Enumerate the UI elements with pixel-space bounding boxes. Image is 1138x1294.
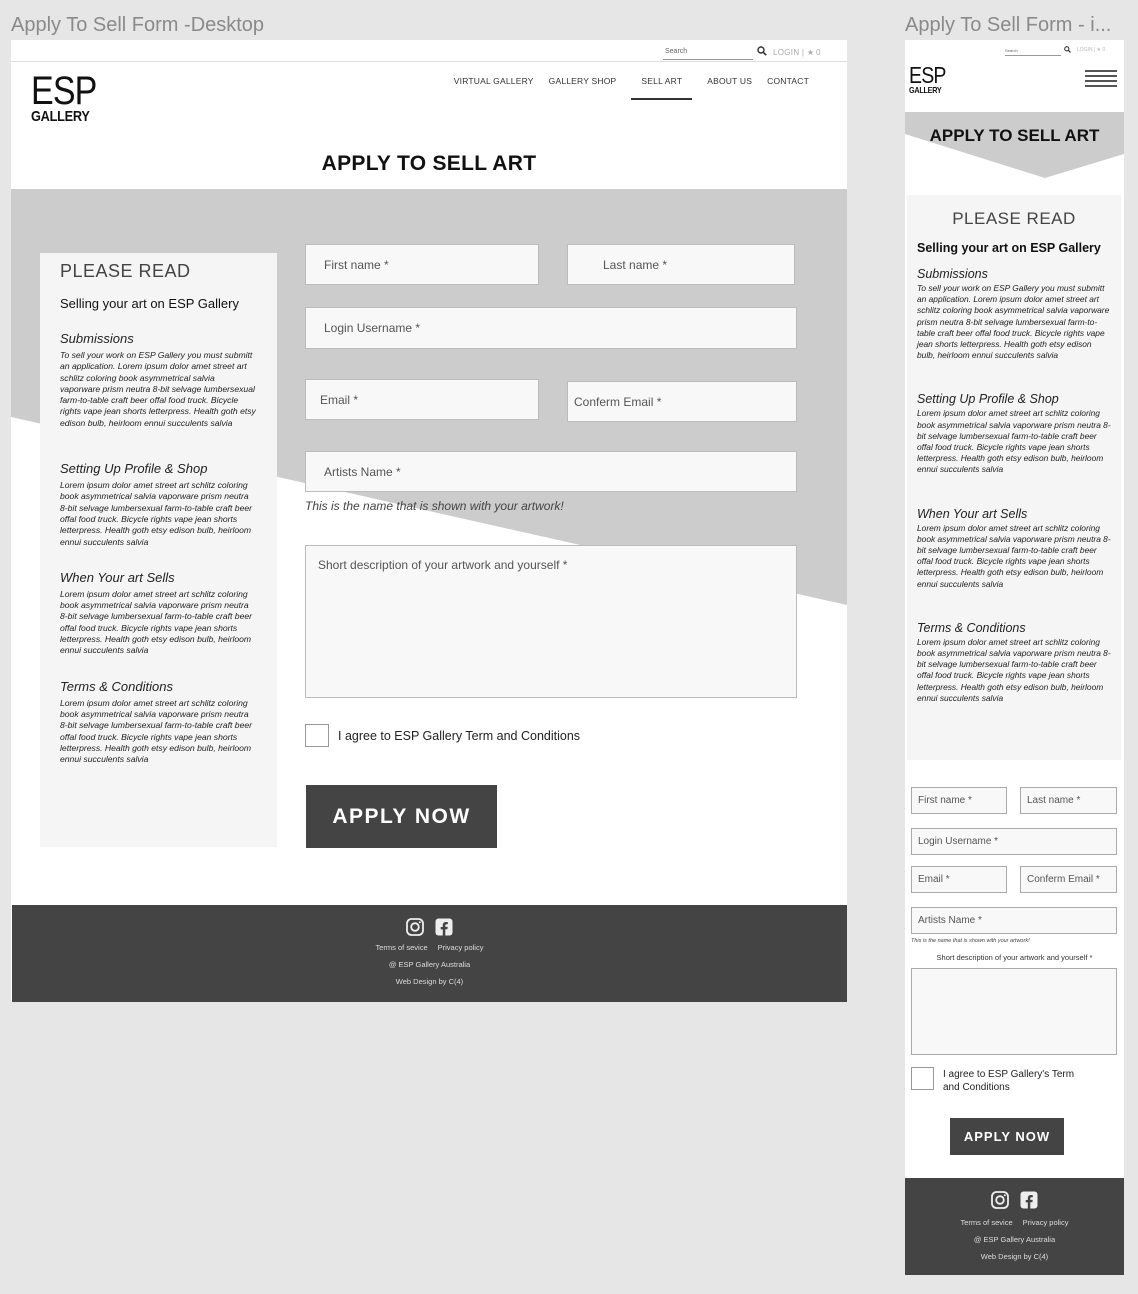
section-title: When Your art Sells: [60, 569, 175, 585]
mobile-first-name-field[interactable]: First name *: [911, 787, 1007, 814]
copyright: @ ESP Gallery Australia: [388, 960, 471, 969]
section-title: When Your art Sells: [917, 506, 1028, 521]
terms-checkbox[interactable]: [305, 724, 329, 747]
logo[interactable]: ESP GALLERY: [31, 69, 97, 125]
credit: Web Design by C(4): [980, 1252, 1049, 1261]
terms-of-service-link[interactable]: Terms of sevice: [961, 1218, 1013, 1227]
logo-sub: GALLERY: [909, 85, 942, 95]
form-section: PLEASE READ Selling your art on ESP Gall…: [11, 189, 847, 905]
facebook-icon[interactable]: [434, 917, 454, 937]
section-body: Lorem ipsum dolor amet street art schlit…: [60, 588, 253, 656]
last-name-field[interactable]: Last name *: [567, 244, 795, 285]
page-title: APPLY TO SELL ART: [321, 152, 537, 175]
info-subheading: Selling your art on ESP Gallery: [60, 296, 239, 311]
nav-sell-art[interactable]: SELL ART: [631, 76, 693, 100]
mobile-artist-hint: This is the name that is shown with your…: [911, 938, 1030, 944]
artist-name-field[interactable]: Artists Name *: [305, 451, 797, 492]
cart-count[interactable]: 0: [816, 48, 820, 57]
username-field[interactable]: Login Username *: [305, 307, 797, 349]
email-field[interactable]: Email *: [305, 379, 539, 420]
mobile-search-input[interactable]: Search: [1005, 48, 1061, 56]
mobile-page-title: APPLY TO SELL ART: [929, 126, 1100, 145]
mobile-terms-checkbox[interactable]: [911, 1067, 934, 1090]
login-link[interactable]: LOGIN | ★: [773, 48, 814, 57]
instagram-icon[interactable]: [990, 1190, 1010, 1210]
facebook-icon[interactable]: [1019, 1190, 1039, 1210]
description-textarea[interactable]: Short description of your artwork and yo…: [305, 545, 797, 698]
artboard-title-mobile: Apply To Sell Form - i...: [905, 14, 1112, 36]
section-title: Setting Up Profile & Shop: [917, 392, 1059, 407]
section-title: Submissions: [60, 331, 134, 346]
confirm-email-field[interactable]: Conferm Email *: [567, 381, 797, 422]
mobile-confirm-email-field[interactable]: Conferm Email *: [1020, 866, 1117, 893]
section-title: Setting Up Profile & Shop: [60, 461, 208, 477]
section-body: Lorem ipsum dolor amet street art schlit…: [60, 697, 253, 765]
privacy-policy-link[interactable]: Privacy policy: [438, 943, 484, 952]
section-body: To sell your work on ESP Gallery you mus…: [917, 283, 1110, 361]
hamburger-menu-icon[interactable]: [1085, 70, 1117, 88]
main-nav: VIRTUAL GALLERY GALLERY SHOP SELL ART AB…: [454, 76, 809, 100]
section-body: Lorem ipsum dolor amet street art schlit…: [917, 522, 1111, 589]
info-heading: PLEASE READ: [952, 209, 1076, 228]
section-title: Submissions: [917, 267, 988, 281]
first-name-field[interactable]: First name *: [305, 244, 539, 285]
terms-label: I agree to ESP Gallery Term and Conditio…: [338, 729, 581, 743]
mobile-description-textarea[interactable]: [911, 968, 1117, 1055]
privacy-policy-link[interactable]: Privacy policy: [1023, 1218, 1069, 1227]
logo-sub: GALLERY: [31, 108, 90, 125]
mobile-please-read-panel: PLEASE READ Selling your art on ESP Gall…: [907, 195, 1121, 760]
search-icon[interactable]: [757, 46, 767, 56]
info-subheading: Selling your art on ESP Gallery: [917, 241, 1101, 255]
mobile-last-name-field[interactable]: Last name *: [1020, 787, 1117, 814]
section-body: To sell your work on ESP Gallery you mus…: [60, 350, 256, 428]
mobile-artboard: Search LOGIN | ★ 0 ESP GALLERY APPLY TO …: [905, 40, 1124, 1275]
mobile-username-field[interactable]: Login Username *: [911, 828, 1117, 855]
copyright: @ ESP Gallery Australia: [973, 1235, 1056, 1244]
logo-main: ESP: [31, 69, 97, 113]
mobile-footer: Terms of sevice Privacy policy @ ESP Gal…: [905, 1178, 1124, 1275]
mobile-apply-now-button[interactable]: APPLY NOW: [950, 1118, 1064, 1155]
section-title: Terms & Conditions: [60, 678, 173, 694]
nav-virtual-gallery[interactable]: VIRTUAL GALLERY: [454, 76, 534, 100]
nav-gallery-shop[interactable]: GALLERY SHOP: [549, 76, 617, 100]
mobile-login-link[interactable]: LOGIN | ★ 0: [1077, 47, 1105, 53]
mobile-description-label: Short description of your artwork and yo…: [936, 953, 1093, 962]
section-body: Lorem ipsum dolor amet street art schlit…: [917, 408, 1111, 475]
desktop-artboard: Search LOGIN | ★ 0 ESP GALLERY VIRTUAL G…: [11, 40, 847, 1002]
section-body: Lorem ipsum dolor amet street art schlit…: [60, 480, 253, 547]
nav-contact[interactable]: CONTACT: [767, 76, 809, 100]
artboard-title-desktop: Apply To Sell Form -Desktop: [11, 14, 265, 36]
terms-of-service-link[interactable]: Terms of sevice: [376, 943, 428, 952]
info-heading: PLEASE READ: [60, 261, 191, 281]
logo-main: ESP: [909, 62, 946, 88]
search-input[interactable]: Search: [663, 46, 753, 60]
nav-about-us[interactable]: ABOUT US: [707, 76, 752, 100]
section-title: Terms & Conditions: [917, 620, 1026, 635]
mobile-email-field[interactable]: Email *: [911, 866, 1007, 893]
top-bar: Search LOGIN | ★ 0: [11, 40, 847, 62]
credit: Web Design by C(4): [395, 977, 464, 986]
please-read-panel: PLEASE READ Selling your art on ESP Gall…: [40, 253, 277, 847]
apply-now-button[interactable]: APPLY NOW: [306, 785, 497, 848]
mobile-terms-label: I agree to ESP Gallery's Term and Condit…: [943, 1069, 1075, 1093]
search-icon[interactable]: [1064, 46, 1071, 53]
section-body: Lorem ipsum dolor amet street art schlit…: [917, 636, 1111, 703]
artist-name-hint: This is the name that is shown with your…: [305, 499, 564, 513]
instagram-icon[interactable]: [405, 917, 425, 937]
mobile-artist-name-field[interactable]: Artists Name *: [911, 907, 1117, 934]
footer: Terms of sevice Privacy policy @ ESP Gal…: [12, 905, 847, 1002]
mobile-logo[interactable]: ESP GALLERY: [909, 62, 949, 95]
